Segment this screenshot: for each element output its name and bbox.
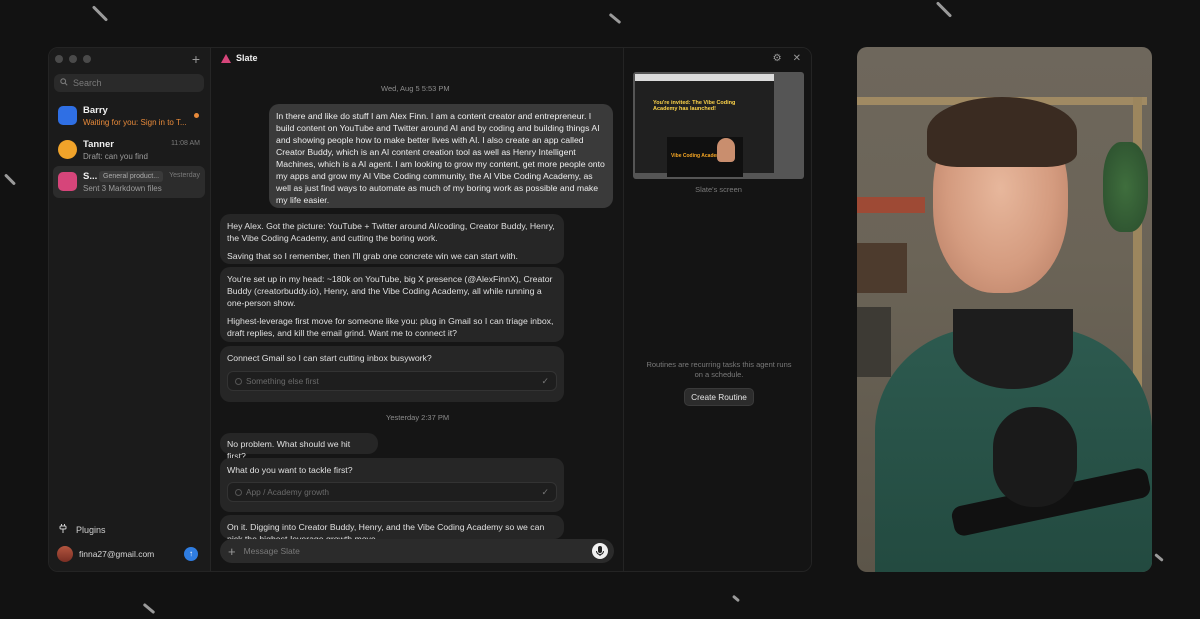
- message-paragraph: Hey Alex. Got the picture: YouTube + Twi…: [227, 221, 555, 243]
- question-text: Connect Gmail so I can start cutting inb…: [227, 353, 432, 363]
- conversation-name: S...: [83, 171, 98, 182]
- conversation-tag: General product...: [99, 171, 164, 182]
- webcam-feed: [857, 47, 1152, 572]
- chat-title: Slate: [236, 53, 258, 63]
- radio-icon: [235, 378, 242, 385]
- banner-photo: [717, 138, 735, 162]
- panel-toolbar: ⚙ ✕: [773, 53, 801, 64]
- message-paragraph: Highest-leverage first move for someone …: [227, 316, 554, 338]
- avatar: [57, 546, 73, 562]
- book: [857, 197, 925, 213]
- check-icon: ✓: [541, 376, 549, 386]
- routines-description: Routines are recurring tasks this agent …: [646, 360, 792, 379]
- agent-message: No problem. What should we hit first?: [220, 433, 378, 461]
- conversation-item-tanner[interactable]: Tanner 11:08 AM Draft: can you find: [53, 134, 205, 166]
- browser-window: You're invited: The Vibe Coding Academy …: [635, 74, 774, 177]
- conversation-time: 11:08 AM: [170, 140, 200, 147]
- shelf-post: [1133, 97, 1142, 397]
- composer-placeholder: Message Slate: [243, 546, 300, 556]
- close-icon[interactable]: ✕: [793, 53, 801, 64]
- choice-option[interactable]: App / Academy growth ✓: [227, 482, 557, 502]
- conversation-item-slate[interactable]: S... General product... Yesterday Sent 3…: [53, 166, 205, 198]
- message-paragraph: Saving that so I remember, then I'll gra…: [227, 251, 518, 261]
- user-email: finna27@gmail.com: [79, 549, 155, 559]
- radio-icon: [235, 489, 242, 496]
- decor-streak: [935, 1, 953, 18]
- conversation-preview: Draft: can you find: [83, 152, 148, 161]
- plugins-button[interactable]: Plugins: [59, 524, 106, 535]
- message-composer[interactable]: + Message Slate: [220, 539, 614, 563]
- slate-avatar-icon: [58, 172, 77, 191]
- message-paragraph: You're set up in my head: ~180k on YouTu…: [227, 274, 553, 308]
- agent-screen-preview[interactable]: You're invited: The Vibe Coding Academy …: [633, 72, 804, 179]
- user-account[interactable]: finna27@gmail.com: [57, 546, 154, 562]
- plugins-label: Plugins: [76, 524, 106, 535]
- agent-avatar-icon: [58, 106, 77, 125]
- microphone-icon[interactable]: [592, 543, 608, 559]
- zoom-window-button[interactable]: [83, 55, 91, 63]
- person-collar: [953, 309, 1073, 389]
- book: [857, 243, 907, 293]
- close-window-button[interactable]: [55, 55, 63, 63]
- agent-message: You're set up in my head: ~180k on YouTu…: [220, 267, 564, 342]
- email-heading: You're invited: The Vibe Coding Academy …: [653, 100, 736, 112]
- conversation-name: Tanner: [83, 139, 114, 150]
- agent-message: On it. Digging into Creator Buddy, Henry…: [220, 515, 564, 539]
- user-message: In there and like do stuff I am Alex Fin…: [269, 104, 613, 208]
- decor-streak: [608, 12, 622, 25]
- slate-logo-icon: [221, 53, 231, 63]
- conversation-preview: Sent 3 Markdown files: [83, 184, 162, 193]
- decor-streak: [1154, 553, 1164, 562]
- window-controls: [55, 55, 91, 63]
- screen-caption: Slate's screen: [695, 185, 742, 194]
- agent-panel: ⚙ ✕ You're invited: The Vibe Coding Acad…: [623, 48, 811, 571]
- conversation-preview: Waiting for you: Sign in to T...: [83, 118, 187, 127]
- question-card: What do you want to tackle first? App / …: [220, 458, 564, 512]
- question-text: What do you want to tackle first?: [227, 465, 353, 475]
- search-input[interactable]: Search: [54, 74, 204, 92]
- question-card: Connect Gmail so I can start cutting inb…: [220, 346, 564, 402]
- app-window: + Search Barry Waiting for you: Sign in …: [48, 47, 812, 572]
- create-routine-button[interactable]: Create Routine: [684, 388, 754, 406]
- choice-label: App / Academy growth: [246, 487, 330, 497]
- search-icon: [60, 78, 68, 88]
- plug-icon: [59, 524, 67, 535]
- unread-indicator: [194, 113, 199, 118]
- message-timestamp: Wed, Aug 5 5:53 PM: [381, 84, 450, 93]
- decor-streak: [731, 594, 741, 603]
- new-conversation-button[interactable]: +: [192, 51, 200, 67]
- account-action-icon[interactable]: ↑: [184, 547, 198, 561]
- conversation-item-barry[interactable]: Barry Waiting for you: Sign in to T...: [53, 100, 205, 132]
- add-attachment-icon[interactable]: +: [228, 544, 236, 559]
- check-icon: ✓: [541, 487, 549, 497]
- banner-text: Vibe Coding Academy: [671, 153, 724, 159]
- agent-avatar-icon: [58, 140, 77, 159]
- choice-label: Something else first: [246, 376, 319, 386]
- gear-icon[interactable]: ⚙: [773, 53, 782, 64]
- message-timestamp: Yesterday 2:37 PM: [386, 413, 450, 422]
- agent-message: Hey Alex. Got the picture: YouTube + Twi…: [220, 214, 564, 264]
- sidebar: + Search Barry Waiting for you: Sign in …: [49, 48, 211, 571]
- minimize-window-button[interactable]: [69, 55, 77, 63]
- decor-streak: [91, 5, 109, 22]
- book: [857, 307, 891, 377]
- chat-header: Slate: [221, 53, 258, 63]
- decor-streak: [142, 602, 156, 615]
- podcast-microphone: [993, 407, 1077, 507]
- choice-option[interactable]: Something else first ✓: [227, 371, 557, 391]
- person-hair: [927, 97, 1077, 167]
- conversation-name: Barry: [83, 105, 108, 116]
- chat-pane: Slate Wed, Aug 5 5:53 PM In there and li…: [211, 48, 623, 571]
- email-banner: Vibe Coding Academy: [667, 137, 743, 177]
- conversation-time: Yesterday: [169, 172, 200, 179]
- plant: [1103, 142, 1148, 232]
- search-placeholder: Search: [73, 78, 102, 88]
- decor-streak: [3, 173, 17, 186]
